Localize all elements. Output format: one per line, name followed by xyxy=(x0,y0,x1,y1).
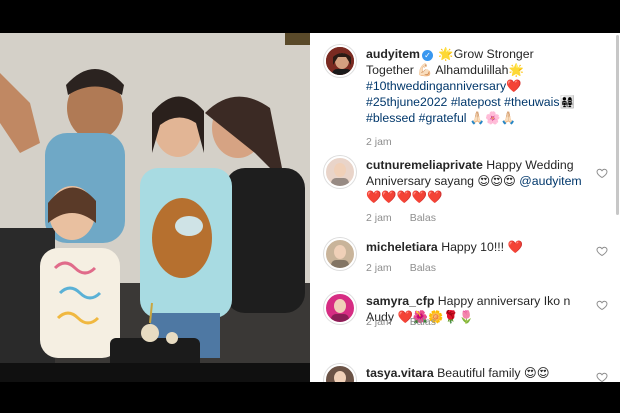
reply-button[interactable]: Balas xyxy=(410,262,436,274)
like-heart-icon[interactable] xyxy=(596,371,608,382)
comment-username[interactable]: samyra_cfp xyxy=(366,294,434,308)
caption-fragment: 🙏🏻🌸🙏🏻 xyxy=(466,111,516,125)
hashtag-link[interactable]: #theuwais xyxy=(504,95,559,109)
verified-badge-icon: ✓ xyxy=(422,50,433,61)
comment-avatar[interactable] xyxy=(324,364,356,382)
comment-text: tasya.vitara Beautiful family 😍😍 xyxy=(366,365,586,381)
caption-fragment: 👨‍👩‍👧‍👧 xyxy=(559,95,575,109)
comment-item: micheletiara Happy 10!!! ❤️ 2 jam Balas xyxy=(324,238,610,288)
comment-meta: 2 jam Balas xyxy=(366,316,454,328)
post-username[interactable]: audyitem xyxy=(366,47,420,61)
comment-time[interactable]: 2 jam xyxy=(366,262,392,274)
comment-item: cutnuremeliaprivate Happy Wedding Annive… xyxy=(324,156,610,224)
avatar-photo xyxy=(331,245,349,268)
comment-body: Beautiful family 😍😍 xyxy=(437,366,550,380)
caption-text: audyitem ✓ 🌟Grow Stronger Together 💪🏻 Alh… xyxy=(366,46,584,150)
comment-item: samyra_cfp Happy anniversary Iko n Audy … xyxy=(324,292,610,342)
comment-meta: 2 jam Balas xyxy=(366,212,454,224)
scrollbar[interactable] xyxy=(616,35,619,215)
like-heart-icon[interactable] xyxy=(596,167,608,179)
like-heart-icon[interactable] xyxy=(596,299,608,311)
comment-body: Happy 10!!! ❤️ xyxy=(441,240,523,254)
comment-avatar[interactable] xyxy=(324,292,356,324)
comment-meta: 2 jam Balas xyxy=(366,262,454,274)
post-photo[interactable] xyxy=(0,33,310,382)
hashtag-link[interactable]: #10thweddinganniversary xyxy=(366,79,506,93)
hashtag-link[interactable]: #grateful xyxy=(419,111,467,125)
comment-item: tasya.vitara Beautiful family 😍😍 xyxy=(324,364,610,382)
hashtag-link[interactable]: #25thjune2022 xyxy=(366,95,447,109)
comment-username[interactable]: tasya.vitara xyxy=(366,366,434,380)
post-time[interactable]: 2 jam xyxy=(366,136,392,148)
comment-username[interactable]: micheletiara xyxy=(366,240,438,254)
post-meta: 2 jam xyxy=(366,134,584,150)
hashtag-link[interactable]: #blessed xyxy=(366,111,415,125)
avatar-photo xyxy=(331,163,349,186)
reply-button[interactable]: Balas xyxy=(410,316,436,328)
avatar-photo xyxy=(331,299,349,322)
comment-text: micheletiara Happy 10!!! ❤️ xyxy=(366,239,586,255)
instagram-post-frame: audyitem ✓ 🌟Grow Stronger Together 💪🏻 Alh… xyxy=(0,33,620,382)
comments-panel[interactable]: audyitem ✓ 🌟Grow Stronger Together 💪🏻 Alh… xyxy=(310,33,620,382)
avatar[interactable] xyxy=(324,45,356,77)
comment-avatar[interactable] xyxy=(324,238,356,270)
comment-text: cutnuremeliaprivate Happy Wedding Annive… xyxy=(366,157,586,205)
reply-button[interactable]: Balas xyxy=(410,212,436,224)
hashtag-link[interactable]: #latepost xyxy=(451,95,501,109)
comment-time[interactable]: 2 jam xyxy=(366,212,392,224)
comment-emoji: ❤️❤️❤️❤️❤️ xyxy=(366,190,443,204)
comment-time[interactable]: 2 jam xyxy=(366,316,392,328)
comment-username[interactable]: cutnuremeliaprivate xyxy=(366,158,483,172)
family-photo-illustration xyxy=(0,33,310,382)
like-heart-icon[interactable] xyxy=(596,245,608,257)
avatar-photo xyxy=(334,371,346,382)
caption-fragment: ❤️ xyxy=(506,79,522,93)
avatar-photo xyxy=(326,47,354,75)
comment-avatar[interactable] xyxy=(324,156,356,188)
mention-link[interactable]: @audyitem xyxy=(519,174,581,188)
